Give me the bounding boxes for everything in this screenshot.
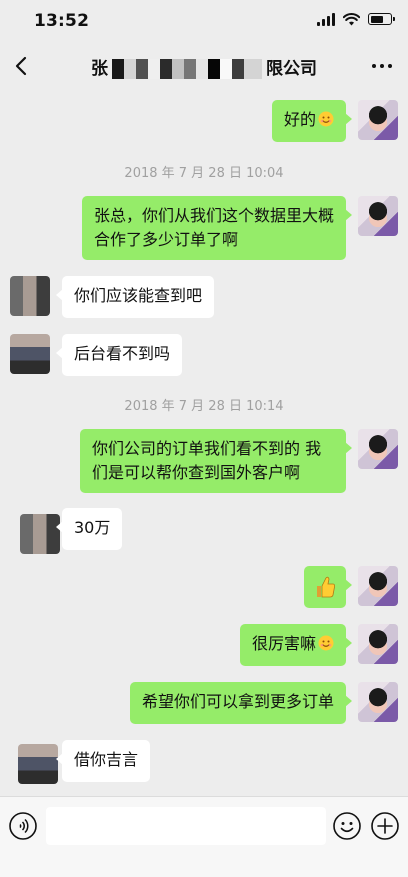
message-bubble-other[interactable]: 30万	[55, 508, 123, 550]
chat-screen: 13:52 张 限公司 好的 2018 年 7 月 28 日 10:04 张总，你…	[0, 0, 408, 877]
avatar-other[interactable]	[10, 334, 50, 374]
message-bubble-self[interactable]: 你们公司的订单我们看不到的 我们是可以帮你查到国外客户啊	[80, 429, 352, 493]
thumbs-up-emoji-icon	[317, 576, 335, 598]
wifi-icon	[343, 12, 360, 25]
message-row: 你们公司的订单我们看不到的 我们是可以帮你查到国外客户啊	[0, 429, 408, 493]
nav-bar: 张 限公司	[0, 40, 408, 92]
message-text: 希望你们可以拿到更多订单	[141, 692, 334, 711]
message-text: 好的	[283, 110, 316, 129]
message-row: 很厉害嘛	[0, 624, 408, 668]
message-bubble-self[interactable]: 张总，你们从我们这个数据里大概合作了多少订单了啊	[82, 196, 352, 260]
voice-input-icon[interactable]	[8, 811, 38, 841]
avatar-self[interactable]	[358, 196, 398, 236]
message-text: 很厉害嘛	[251, 634, 316, 653]
add-attachment-icon[interactable]	[370, 811, 400, 841]
message-text: 借你吉言	[74, 750, 139, 769]
avatar-self[interactable]	[358, 429, 398, 469]
redacted-title-mosaic	[112, 59, 262, 79]
timestamp: 2018 年 7 月 28 日 10:14	[124, 399, 284, 414]
message-row: 好的	[0, 100, 408, 144]
message-row: 你们应该能查到吧	[0, 276, 408, 320]
avatar-self[interactable]	[358, 624, 398, 664]
status-bar: 13:52	[0, 0, 408, 40]
battery-icon	[368, 13, 395, 25]
back-arrow-icon[interactable]	[6, 50, 38, 82]
message-row: 后台看不到吗	[0, 334, 408, 378]
chat-title: 张 限公司	[60, 54, 348, 79]
timestamp: 2018 年 7 月 28 日 10:04	[124, 166, 284, 181]
message-text: 30万	[74, 518, 111, 537]
chat-title-suffix: 限公司	[266, 59, 317, 79]
smile-emoji-icon	[318, 111, 334, 127]
message-row: 借你吉言	[0, 740, 408, 784]
status-time: 13:52	[34, 11, 90, 31]
avatar-self[interactable]	[358, 566, 398, 606]
message-bubble-self[interactable]	[304, 566, 352, 608]
avatar-other[interactable]	[10, 276, 50, 316]
more-options-icon[interactable]	[370, 56, 394, 76]
message-bubble-self[interactable]: 好的	[271, 100, 353, 142]
message-row	[0, 566, 408, 610]
message-text: 你们公司的订单我们看不到的 我们是可以帮你查到国外客户啊	[92, 439, 322, 482]
message-row: 希望你们可以拿到更多订单	[0, 682, 408, 726]
message-row: 张总，你们从我们这个数据里大概合作了多少订单了啊	[0, 196, 408, 260]
avatar-other[interactable]	[20, 514, 60, 554]
avatar-self[interactable]	[358, 100, 398, 140]
chat-title-prefix: 张	[91, 59, 108, 79]
message-text-input[interactable]	[46, 807, 326, 845]
emoji-picker-icon[interactable]	[332, 811, 362, 841]
avatar-other[interactable]	[18, 744, 58, 784]
message-bubble-other[interactable]: 借你吉言	[55, 740, 151, 782]
message-row: 30万	[0, 508, 408, 554]
message-bubble-self[interactable]: 希望你们可以拿到更多订单	[129, 682, 353, 724]
message-bubble-other[interactable]: 后台看不到吗	[55, 334, 183, 376]
status-icons	[317, 12, 395, 26]
message-bubble-self[interactable]: 很厉害嘛	[239, 624, 353, 666]
message-text: 你们应该能查到吧	[74, 286, 203, 305]
message-bubble-other[interactable]: 你们应该能查到吧	[55, 276, 215, 318]
message-text: 后台看不到吗	[74, 344, 171, 363]
cellular-signal-icon	[317, 12, 335, 26]
message-text: 张总，你们从我们这个数据里大概合作了多少订单了啊	[94, 206, 335, 249]
chat-input-bar	[0, 796, 408, 877]
smile-emoji-icon	[318, 635, 334, 651]
avatar-self[interactable]	[358, 682, 398, 722]
